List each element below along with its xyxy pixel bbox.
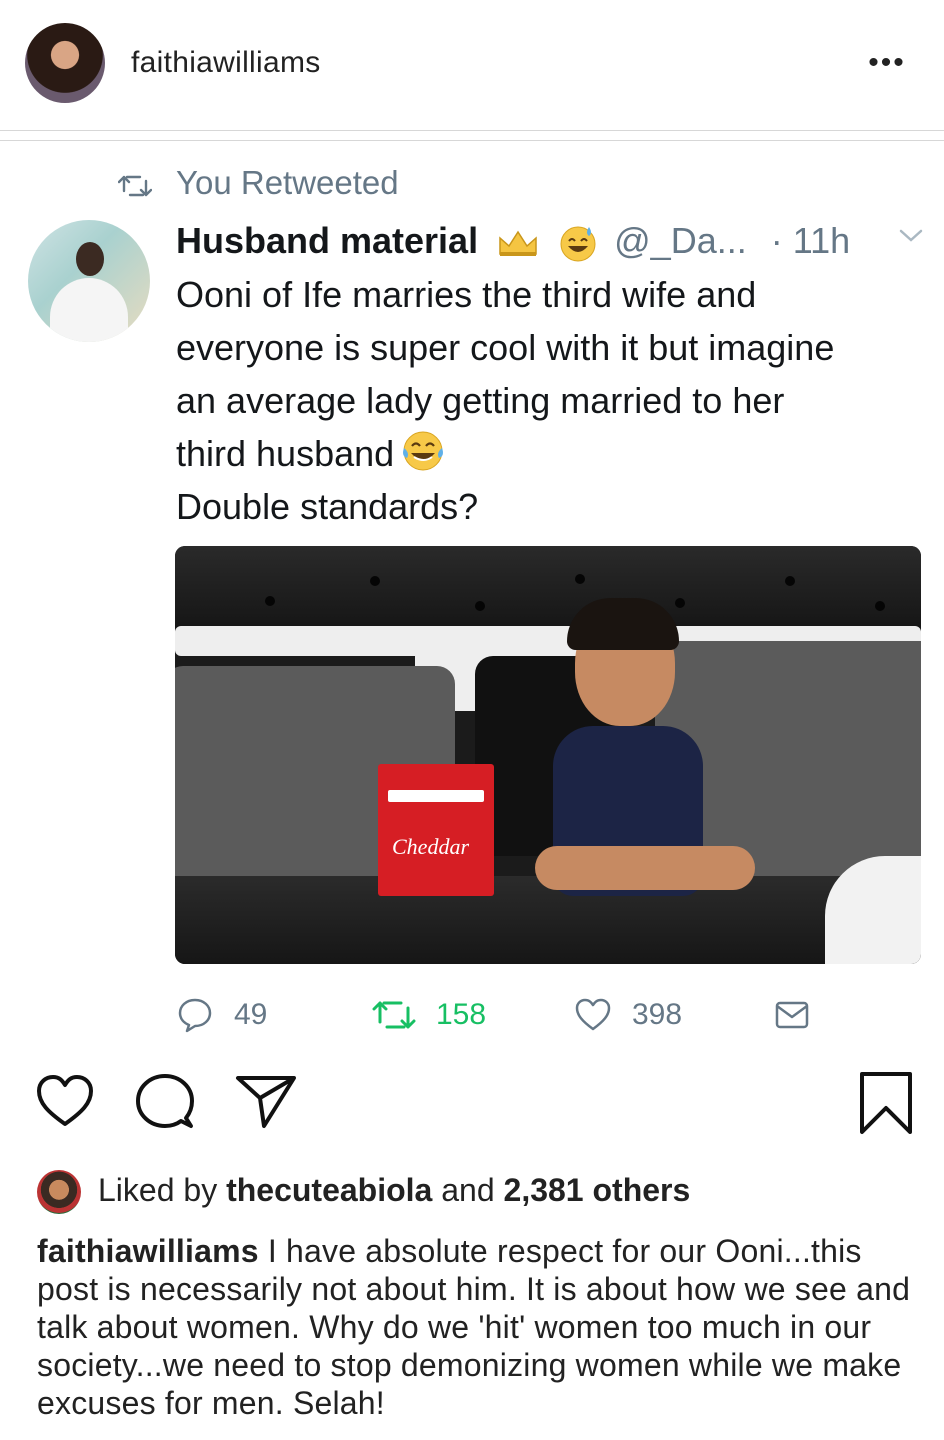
cracker-box: Cheddar [378,764,494,896]
retweet-count: 158 [436,998,487,1031]
liker-username[interactable]: thecuteabiola [226,1172,432,1208]
tweet-handle[interactable]: @_Da... [614,220,747,261]
tweet-author-name[interactable]: Husband material [176,220,478,261]
retweet-button[interactable]: 158 [372,985,486,1045]
tweet-line: everyone is super cool with it but imagi… [176,327,835,368]
likes-others-count[interactable]: 2,381 others [504,1172,691,1208]
tweet-actions: 49 158 398 [0,985,944,1045]
crown-icon [499,231,537,257]
profile-avatar[interactable] [25,23,105,103]
tweet-text: Ooni of Ife marries the third wife and e… [176,268,926,533]
child-legs [535,846,755,890]
post-header: faithiawilliams ••• [0,0,944,130]
tweet-line: third husband [176,433,395,474]
sweat-smile-emoji-icon [560,226,596,262]
headboard [175,546,921,636]
tweet-header: Husband material @_Da... · 11h [176,220,850,264]
tweet-time: · 11h [770,220,851,261]
likes-middle: and [441,1172,495,1208]
likes-prefix: Liked by [98,1172,218,1208]
reply-icon [178,998,212,1033]
caption-username[interactable]: faithiawilliams [37,1233,259,1269]
reply-count: 49 [234,998,268,1031]
tweet-line: an average lady getting married to her [176,380,785,421]
likes-text[interactable]: Liked by thecuteabiola and 2,381 others [98,1172,690,1209]
post-username[interactable]: faithiawilliams [131,46,321,80]
tears-of-joy-emoji-icon [403,431,444,471]
header-divider [0,130,944,131]
reply-button[interactable]: 49 [176,985,267,1045]
likes-summary: Liked by thecuteabiola and 2,381 others [0,1168,944,1214]
like-button[interactable]: 398 [574,985,682,1045]
blanket [175,876,921,964]
post-actions [0,1070,944,1145]
heart-icon[interactable] [34,1070,96,1132]
heart-icon [575,998,611,1031]
post-caption: faithiawilliams I have absolute respect … [37,1232,917,1422]
share-icon[interactable] [234,1070,298,1132]
tweet-photo[interactable]: Cheddar [175,546,921,964]
caret-down-icon[interactable] [898,228,924,244]
comment-icon[interactable] [134,1070,196,1132]
cracker-box-label: Cheddar [392,834,469,859]
tweet-line: Ooni of Ife marries the third wife and [176,274,757,315]
liker-avatar[interactable] [37,1170,81,1214]
bookmark-icon[interactable] [858,1070,914,1136]
more-options-button[interactable]: ••• [862,48,912,78]
dm-button[interactable] [774,985,810,1045]
retweet-label: You Retweeted [176,164,399,201]
retweet-icon [118,175,152,197]
tweet-screenshot: You Retweeted Husband material @_Da... ·… [0,140,944,1060]
retweet-icon [372,1001,416,1029]
tweet-line-with-emoji: third husband [176,427,926,480]
tweet-author-avatar[interactable] [28,220,150,342]
like-count: 398 [632,998,683,1031]
mail-icon [775,1001,809,1029]
tweet-line: Double standards? [176,486,479,527]
